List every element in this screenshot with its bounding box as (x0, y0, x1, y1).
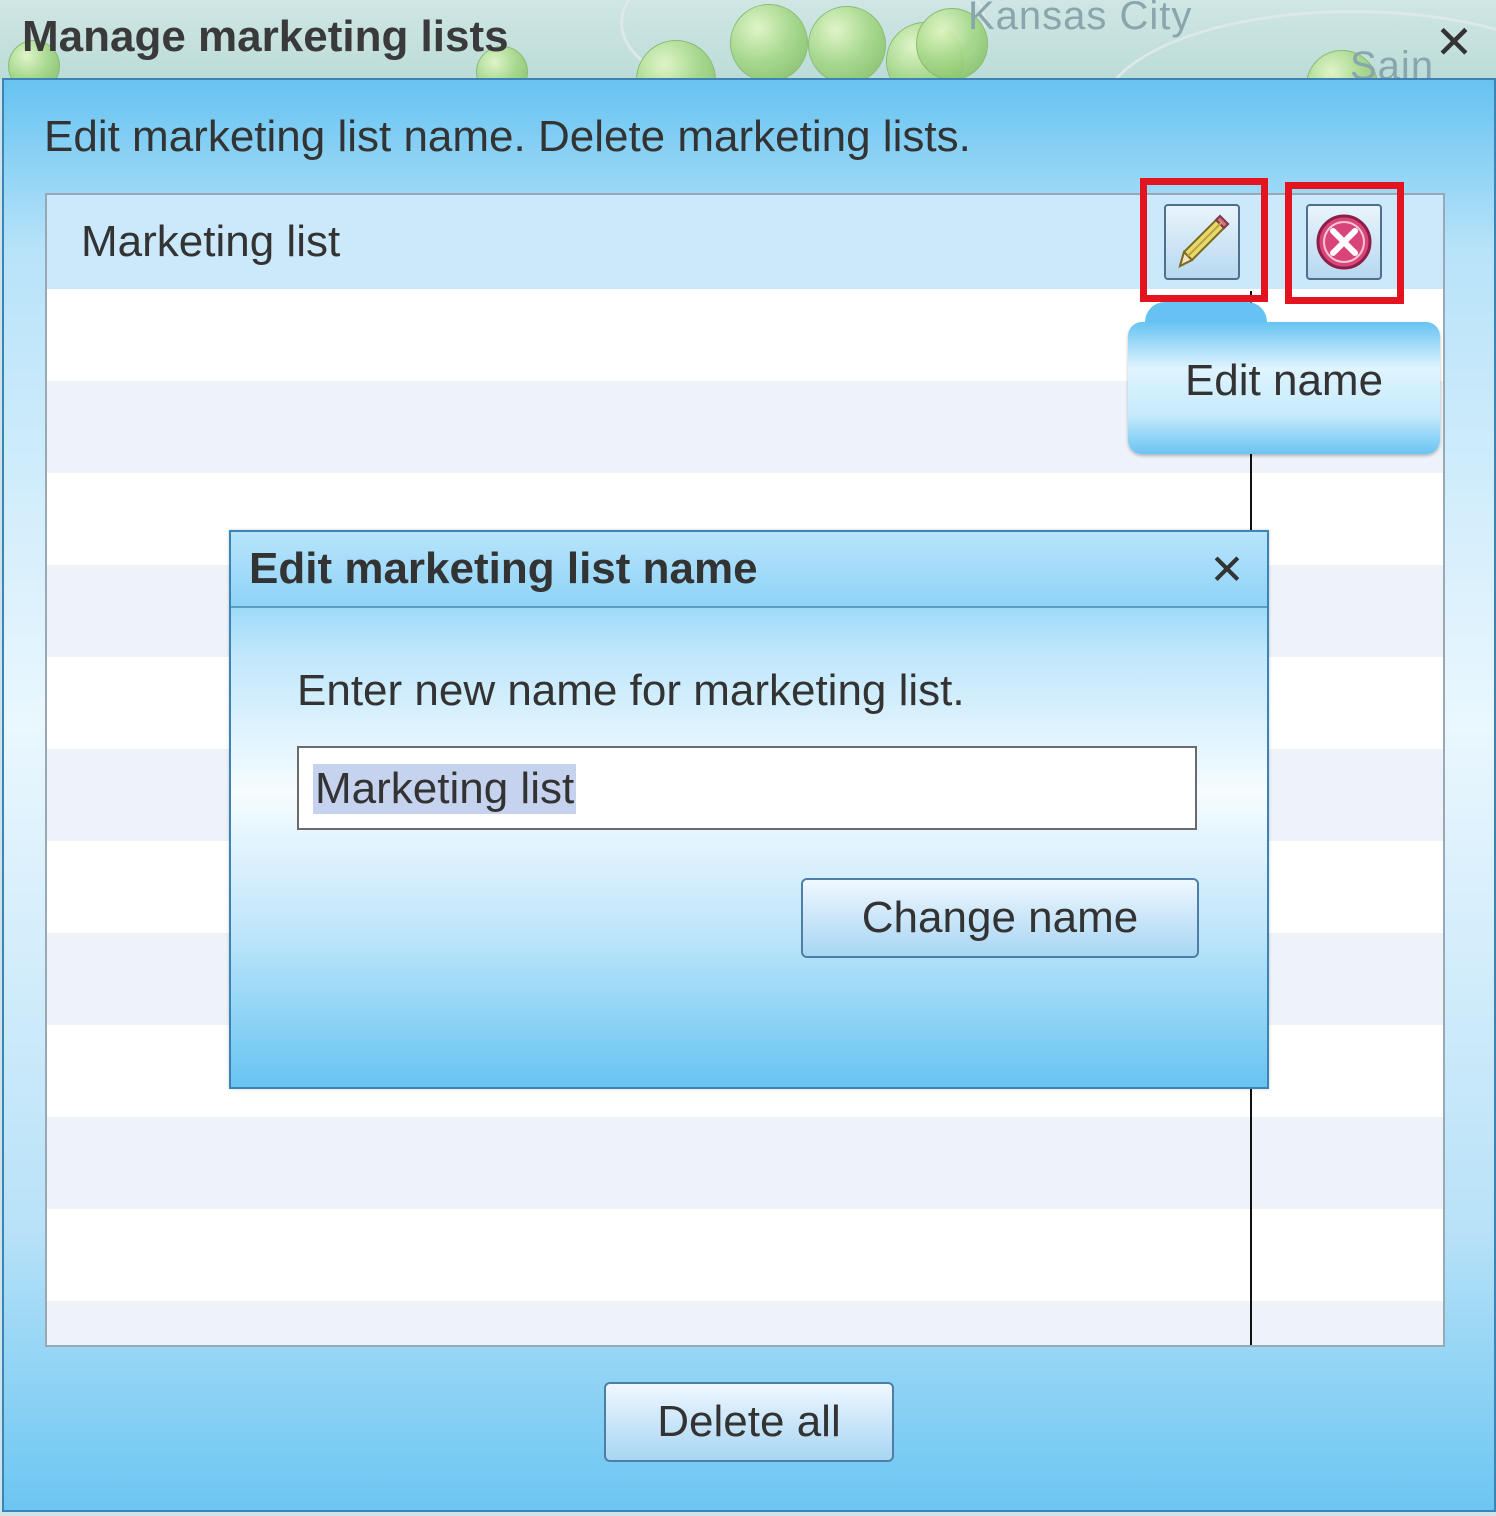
window-title: Manage marketing lists (22, 12, 509, 61)
tooltip-pointer (1145, 302, 1267, 322)
window-close-button[interactable]: ✕ (1432, 19, 1476, 65)
window-description: Edit marketing list name. Delete marketi… (44, 112, 971, 161)
table-row (47, 1117, 1443, 1209)
marketing-list-name: Marketing list (81, 217, 341, 266)
edit-name-dialog: Edit marketing list name ✕ Enter new nam… (229, 530, 1269, 1089)
map-city-label: Kansas City (968, 0, 1193, 38)
tooltip-text: Edit name (1184, 356, 1384, 405)
list-name-input[interactable]: Marketing list (297, 746, 1197, 830)
delete-button-highlight (1285, 182, 1404, 304)
map-marker (730, 4, 808, 80)
dialog-close-button[interactable]: ✕ (1207, 549, 1247, 591)
dialog-titlebar[interactable]: Edit marketing list name ✕ (231, 532, 1267, 608)
map-marker (808, 6, 886, 80)
close-icon: ✕ (1434, 16, 1474, 68)
list-name-input-value: Marketing list (313, 764, 577, 814)
change-name-button[interactable]: Change name (801, 878, 1199, 958)
edit-button-highlight (1140, 178, 1268, 302)
close-icon: ✕ (1209, 546, 1245, 593)
dialog-prompt: Enter new name for marketing list. (297, 666, 965, 715)
map-city-label-partial: Sain (1350, 44, 1435, 80)
dialog-title: Edit marketing list name (249, 544, 758, 593)
delete-all-button[interactable]: Delete all (604, 1382, 894, 1462)
table-row (47, 1301, 1443, 1345)
edit-name-tooltip: Edit name (1128, 322, 1440, 454)
